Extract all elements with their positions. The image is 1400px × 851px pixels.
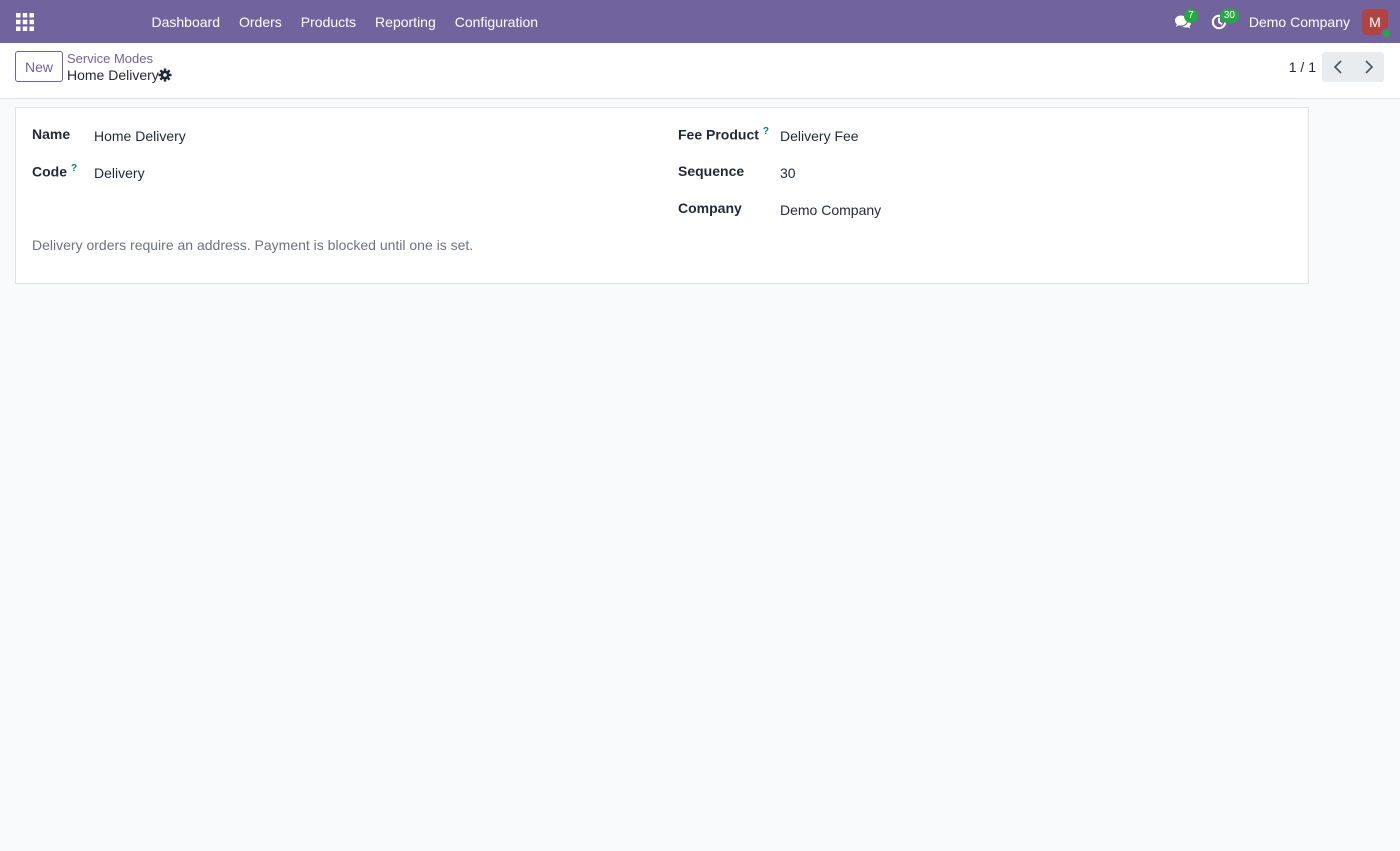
- sequence-field[interactable]: 30: [780, 165, 796, 181]
- company-label: Company: [678, 200, 742, 216]
- code-field[interactable]: Delivery: [94, 165, 145, 181]
- pager-value[interactable]: 1 / 1: [1289, 59, 1316, 75]
- top-navbar: Dashboard Orders Products Reporting Conf…: [0, 0, 1400, 43]
- menu-reporting[interactable]: Reporting: [366, 0, 446, 43]
- code-help-tooltip[interactable]: ?: [71, 163, 77, 174]
- pager-next-button[interactable]: [1353, 52, 1384, 82]
- chevron-left-icon: [1333, 60, 1342, 74]
- breadcrumb-current: Home Delivery: [67, 67, 159, 83]
- menu-dashboard[interactable]: Dashboard: [142, 0, 230, 43]
- company-field[interactable]: Demo Company: [780, 202, 881, 218]
- name-label: Name: [32, 126, 71, 142]
- pager-previous-button[interactable]: [1322, 52, 1353, 82]
- code-label: Code?: [32, 163, 78, 180]
- form-sheet: Name Home Delivery Code? Delivery Fee Pr…: [15, 107, 1309, 284]
- presence-indicator: [1381, 27, 1392, 39]
- avatar-initial: M: [1369, 13, 1381, 30]
- messages-button[interactable]: 7: [1165, 0, 1201, 43]
- activities-button[interactable]: 30: [1201, 0, 1239, 43]
- menu-configuration[interactable]: Configuration: [445, 0, 547, 43]
- name-field[interactable]: Home Delivery: [94, 128, 186, 144]
- user-avatar[interactable]: M: [1362, 8, 1392, 39]
- apps-grid-icon: [16, 12, 34, 31]
- new-button[interactable]: New: [15, 51, 63, 82]
- chevron-right-icon: [1364, 60, 1373, 74]
- fee-product-label: Fee Product?: [678, 126, 770, 143]
- company-switcher[interactable]: Demo Company: [1237, 14, 1362, 30]
- sequence-label: Sequence: [678, 163, 745, 179]
- messages-count-badge: 7: [1183, 9, 1198, 23]
- main-menu: Dashboard Orders Products Reporting Conf…: [142, 0, 548, 43]
- gear-icon[interactable]: [158, 68, 172, 82]
- fee-product-help-tooltip[interactable]: ?: [763, 126, 769, 137]
- menu-products[interactable]: Products: [291, 0, 365, 43]
- control-panel: New Service Modes Home Delivery 1 / 1: [0, 43, 1400, 99]
- activities-count-badge: 30: [1219, 9, 1239, 23]
- apps-menu-button[interactable]: [0, 0, 50, 43]
- fee-product-field[interactable]: Delivery Fee: [780, 128, 859, 144]
- menu-orders[interactable]: Orders: [230, 0, 292, 43]
- breadcrumb-parent-link[interactable]: Service Modes: [67, 51, 153, 66]
- form-note: Delivery orders require an address. Paym…: [32, 237, 474, 253]
